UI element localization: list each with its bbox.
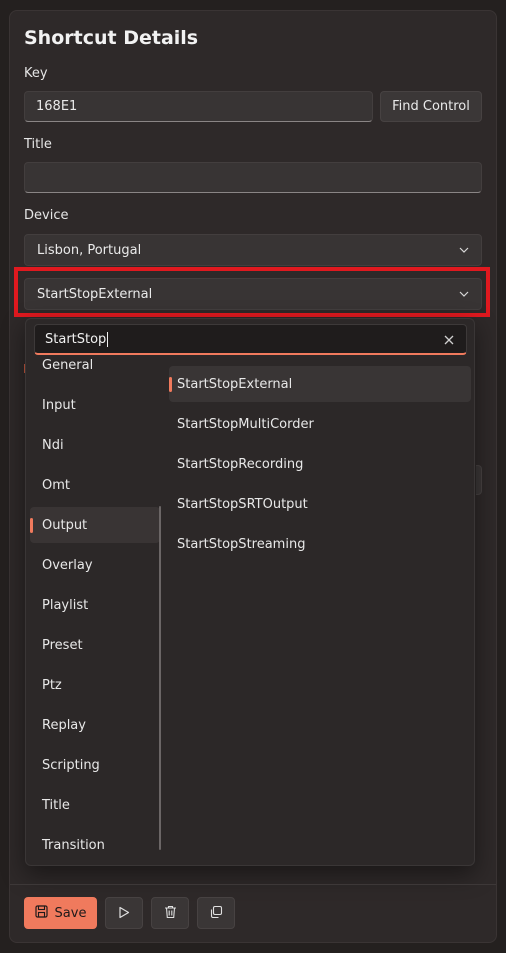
background-field-edge <box>476 465 482 495</box>
title-input[interactable] <box>24 162 482 193</box>
text-caret <box>107 331 109 347</box>
selection-indicator <box>30 518 33 533</box>
category-item[interactable]: Overlay <box>30 547 160 583</box>
control-item[interactable]: StartStopMultiCorder <box>169 406 471 442</box>
save-label: Save <box>54 905 87 921</box>
category-label: Output <box>42 517 88 533</box>
play-icon <box>118 904 130 923</box>
control-label: StartStopExternal <box>177 376 293 392</box>
trash-icon <box>164 904 177 923</box>
control-item[interactable]: StartStopSRTOutput <box>169 486 471 522</box>
key-input[interactable]: 168E1 <box>24 91 373 122</box>
run-button[interactable] <box>105 897 143 929</box>
search-input[interactable]: StartStop <box>34 324 467 355</box>
device-dropdown[interactable]: Lisbon, Portugal <box>24 234 482 266</box>
control-item[interactable]: StartStopRecording <box>169 446 471 482</box>
footer-divider <box>10 884 496 885</box>
category-item[interactable]: Omt <box>30 467 160 503</box>
find-control-button[interactable]: Find Control <box>380 91 482 122</box>
copy-icon <box>209 904 223 923</box>
category-item[interactable]: Ptz <box>30 667 160 703</box>
control-item-selected[interactable]: StartStopExternal <box>169 366 471 402</box>
category-item[interactable]: Scripting <box>30 747 160 783</box>
category-item[interactable]: Transition <box>30 827 160 863</box>
category-item[interactable]: Input <box>30 387 160 423</box>
category-item[interactable]: Playlist <box>30 587 160 623</box>
device-value: Lisbon, Portugal <box>37 242 142 258</box>
selection-highlight-frame <box>14 267 490 317</box>
key-label: Key <box>24 66 48 81</box>
category-item[interactable]: Title <box>30 787 160 823</box>
control-item[interactable]: StartStopStreaming <box>169 526 471 562</box>
device-label: Device <box>24 208 69 223</box>
category-scrollbar[interactable] <box>159 506 161 850</box>
category-item[interactable]: Preset <box>30 627 160 663</box>
function-picker-popup: StartStop General Input Ndi Omt Output O… <box>25 318 475 866</box>
category-list: General Input Ndi Omt Output Overlay Pla… <box>26 357 166 865</box>
title-label: Title <box>24 137 52 152</box>
page-title: Shortcut Details <box>24 27 199 49</box>
chevron-down-icon <box>459 245 469 255</box>
category-item[interactable]: Ndi <box>30 427 160 463</box>
category-item[interactable]: General <box>30 357 160 383</box>
category-item-selected[interactable]: Output <box>30 507 160 543</box>
selection-indicator <box>169 377 172 392</box>
clear-icon[interactable] <box>442 333 456 347</box>
category-item[interactable]: Replay <box>30 707 160 743</box>
search-value: StartStop <box>45 331 107 347</box>
delete-button[interactable] <box>151 897 189 929</box>
duplicate-button[interactable] <box>197 897 235 929</box>
save-icon <box>34 904 48 922</box>
key-value: 168E1 <box>36 99 78 114</box>
save-button[interactable]: Save <box>24 897 97 929</box>
